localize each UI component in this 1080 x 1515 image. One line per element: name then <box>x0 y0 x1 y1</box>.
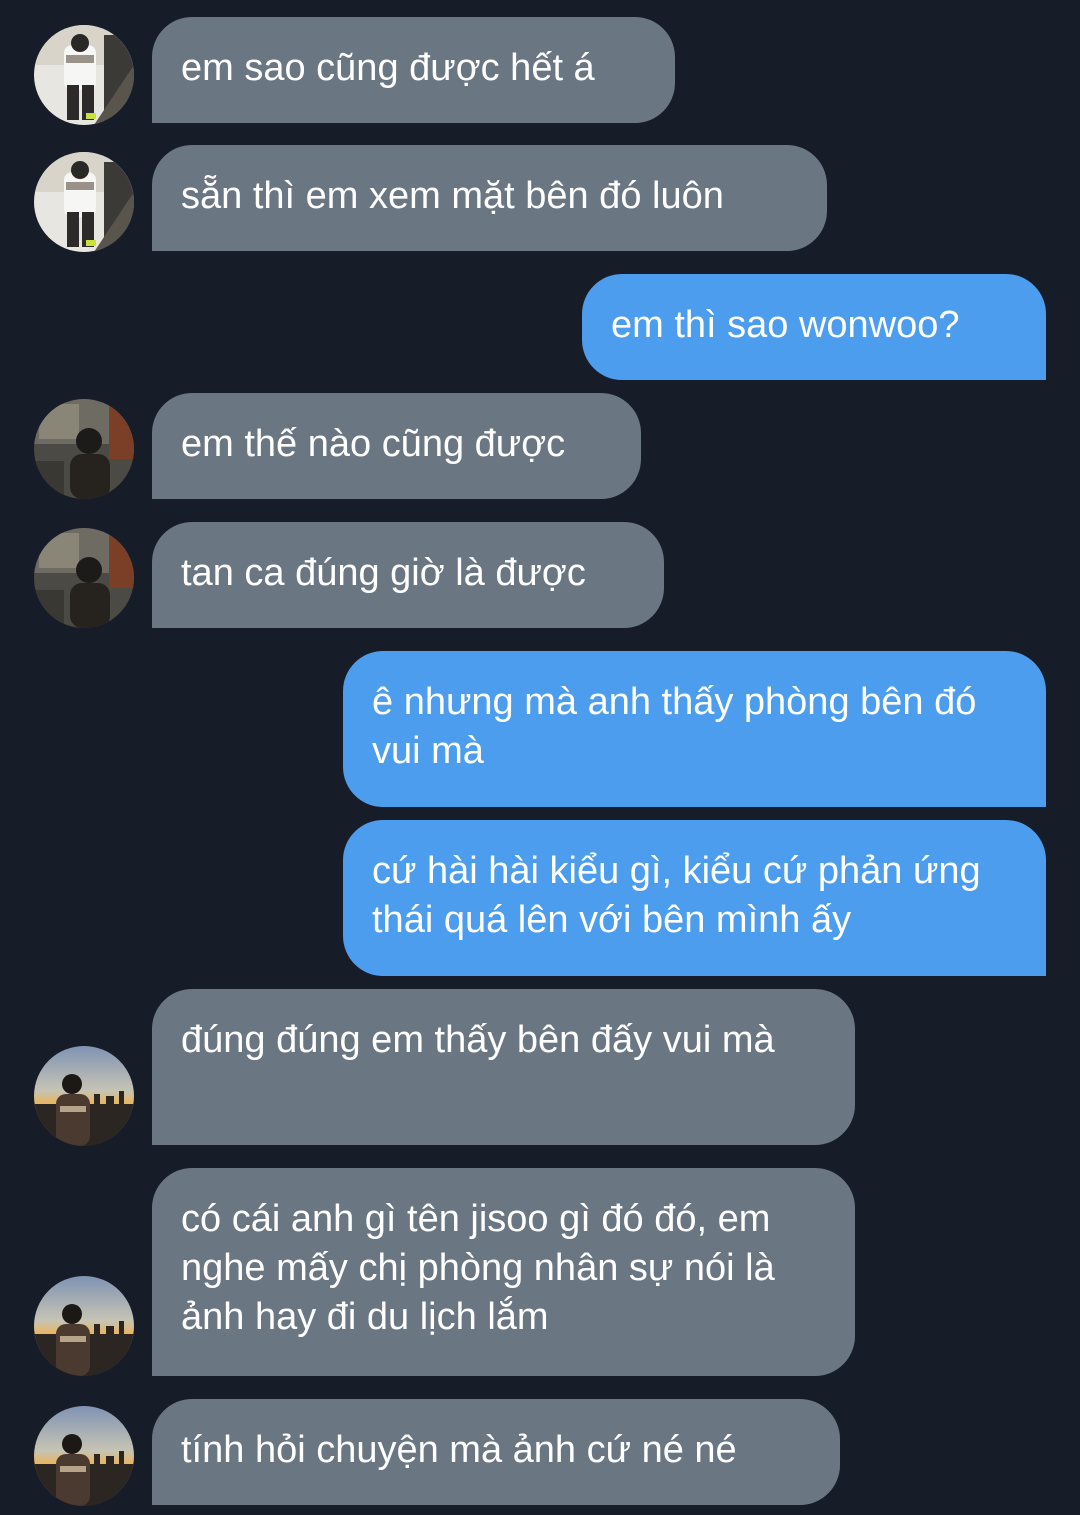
sender-avatar[interactable] <box>34 399 134 499</box>
sender-avatar[interactable] <box>34 152 134 252</box>
incoming-message-bubble[interactable]: đúng đúng em thấy bên đấy vui mà <box>152 989 855 1145</box>
sender-avatar[interactable] <box>34 1046 134 1146</box>
sender-avatar[interactable] <box>34 25 134 125</box>
sender-avatar[interactable] <box>34 1276 134 1376</box>
incoming-message-bubble[interactable]: có cái anh gì tên jisoo gì đó đó, em ngh… <box>152 1168 855 1376</box>
incoming-message-bubble[interactable]: em thế nào cũng được <box>152 393 641 499</box>
incoming-message-bubble[interactable]: sẵn thì em xem mặt bên đó luôn <box>152 145 827 251</box>
incoming-message-bubble[interactable]: tan ca đúng giờ là được <box>152 522 664 628</box>
sender-avatar[interactable] <box>34 1406 134 1506</box>
outgoing-message-bubble[interactable]: ê nhưng mà anh thấy phòng bên đó vui mà <box>343 651 1046 807</box>
sender-avatar[interactable] <box>34 528 134 628</box>
incoming-message-bubble[interactable]: em sao cũng được hết á <box>152 17 675 123</box>
incoming-message-bubble[interactable]: tính hỏi chuyện mà ảnh cứ né né <box>152 1399 840 1505</box>
outgoing-message-bubble[interactable]: em thì sao wonwoo? <box>582 274 1046 380</box>
outgoing-message-bubble[interactable]: cứ hài hài kiểu gì, kiểu cứ phản ứng thá… <box>343 820 1046 976</box>
